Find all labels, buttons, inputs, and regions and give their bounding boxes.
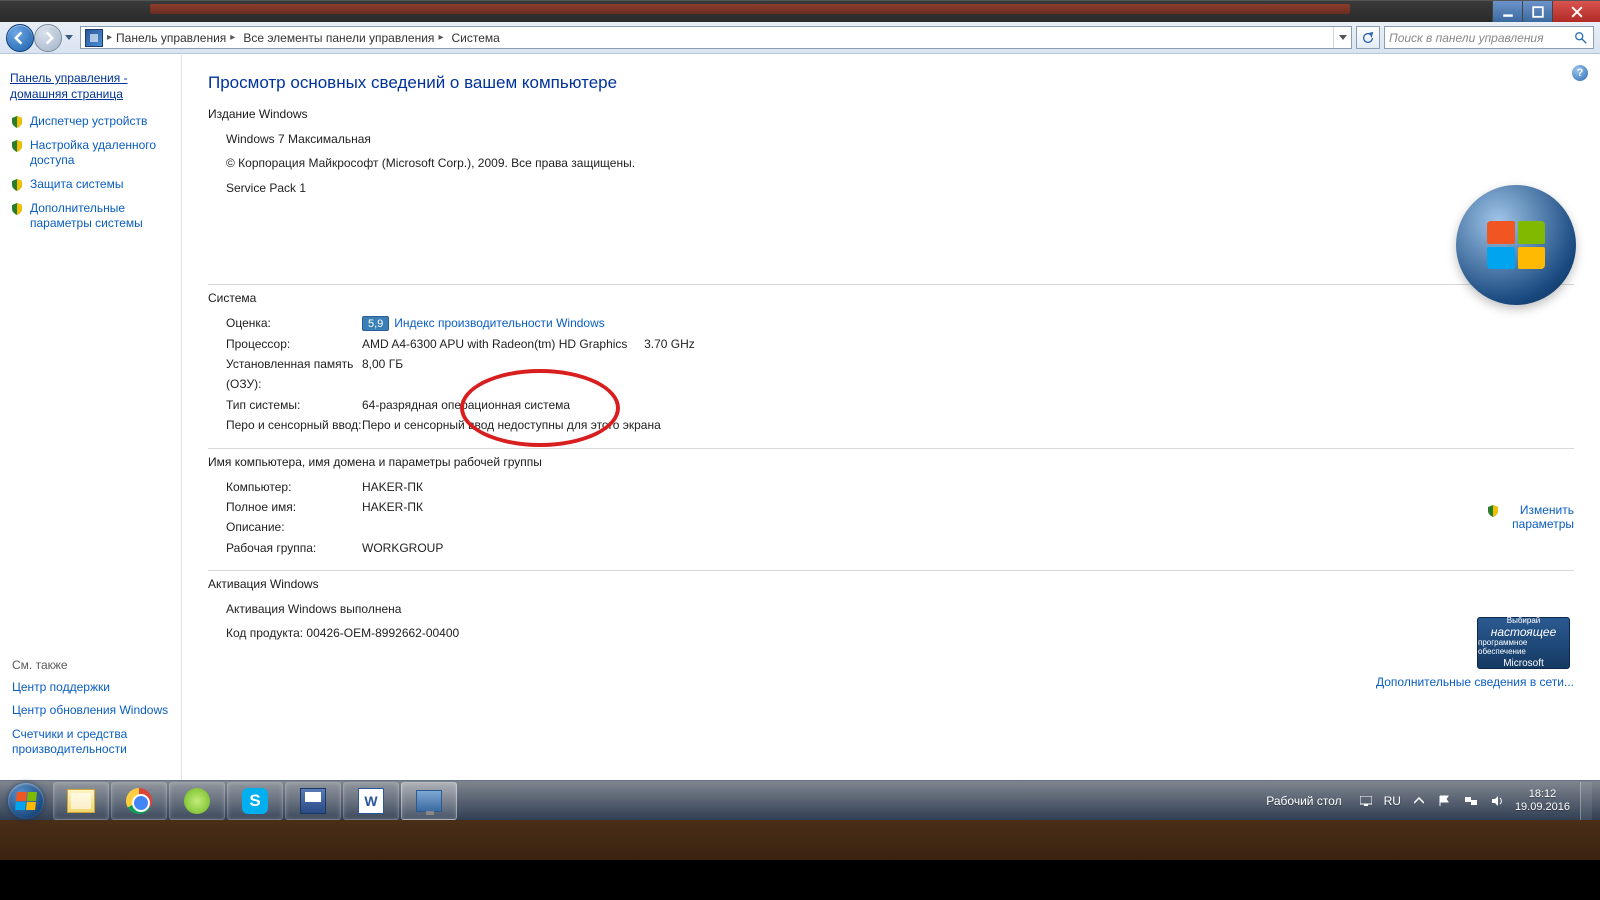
taskbar-icq[interactable] — [169, 782, 225, 820]
system-tray: Рабочий стол RU 18:12 19.09.2016 — [1258, 782, 1600, 820]
activation-status: Активация Windows выполнена — [208, 599, 1574, 619]
breadcrumb-seg-all-items[interactable]: Все элементы панели управления▸ — [239, 27, 447, 48]
minimize-button[interactable] — [1492, 1, 1522, 22]
page-title: Просмотр основных сведений о вашем компь… — [208, 73, 1574, 93]
workgroup-label: Рабочая группа: — [226, 538, 362, 558]
titlebar-redaction — [150, 4, 1350, 14]
network-icon[interactable] — [1463, 793, 1479, 809]
activation-heading: Активация Windows — [208, 577, 1574, 591]
control-panel-home-link[interactable]: Панель управления - домашняя страница — [10, 71, 171, 102]
volume-icon[interactable] — [1489, 793, 1505, 809]
windows-update-link[interactable]: Центр обновления Windows — [12, 703, 171, 719]
see-also-heading: См. также — [12, 658, 171, 672]
search-box[interactable] — [1384, 26, 1594, 49]
advanced-system-settings-link[interactable]: Дополнительные параметры системы — [30, 201, 171, 232]
back-button[interactable] — [6, 24, 34, 52]
rating-label: Оценка: — [226, 313, 362, 333]
desktop-peek-icon[interactable] — [1358, 793, 1374, 809]
product-id-row: Код продукта: 00426-OEM-8992662-00400 — [208, 623, 1574, 643]
taskbar-word[interactable]: W — [343, 782, 399, 820]
explorer-nav-row: ▸ Панель управления▸ Все элементы панели… — [0, 22, 1600, 54]
main-area: Панель управления - домашняя страница Ди… — [0, 54, 1600, 780]
taskbar-skype[interactable]: S — [227, 782, 283, 820]
experience-index-link[interactable]: Индекс производительности Windows — [394, 316, 604, 330]
device-manager-link[interactable]: Диспетчер устройств — [30, 114, 147, 130]
taskbar-system[interactable] — [401, 782, 457, 820]
system-heading: Система — [208, 291, 1574, 305]
ram-value: 8,00 ГБ — [362, 354, 1574, 395]
nav-history-dropdown[interactable] — [62, 27, 76, 49]
sidebar: Панель управления - домашняя страница Ди… — [0, 55, 182, 780]
control-panel-icon — [85, 29, 103, 47]
more-info-online-link[interactable]: Дополнительные сведения в сети... — [1376, 675, 1574, 689]
change-settings-link[interactable]: Изменить параметры — [1486, 503, 1574, 531]
close-button[interactable] — [1552, 1, 1600, 22]
address-history-dropdown[interactable] — [1333, 27, 1351, 48]
description-value — [362, 517, 1574, 537]
language-indicator[interactable]: RU — [1384, 794, 1401, 808]
start-button[interactable] — [0, 781, 52, 821]
flag-icon[interactable] — [1437, 793, 1453, 809]
workgroup-value: WORKGROUP — [362, 538, 1574, 558]
forward-button[interactable] — [34, 24, 62, 52]
taskbar: S W Рабочий стол RU 18:12 19.09.2016 — [0, 780, 1600, 820]
maximize-button[interactable] — [1522, 1, 1552, 22]
product-id-value: 00426-OEM-8992662-00400 — [306, 626, 459, 640]
shield-icon — [10, 139, 24, 153]
pen-touch-label: Перо и сенсорный ввод: — [226, 415, 362, 435]
content-pane: ? Просмотр основных сведений о вашем ком… — [182, 55, 1600, 780]
rating-score-badge[interactable]: 5,9 — [362, 316, 389, 331]
taskbar-explorer[interactable] — [53, 782, 109, 820]
system-type-label: Тип системы: — [226, 395, 362, 415]
description-label: Описание: — [226, 517, 362, 537]
address-bar[interactable]: ▸ Панель управления▸ Все элементы панели… — [80, 26, 1352, 49]
shield-icon — [1486, 504, 1500, 518]
breadcrumb-seg-system[interactable]: Система — [447, 27, 503, 48]
action-center-link[interactable]: Центр поддержки — [12, 680, 171, 696]
shield-icon — [10, 178, 24, 192]
windows-edition-name: Windows 7 Максимальная — [208, 129, 1574, 149]
breadcrumb-seg-control-panel[interactable]: Панель управления▸ — [112, 27, 239, 48]
show-desktop-button[interactable] — [1580, 782, 1592, 820]
taskbar-clock[interactable]: 18:12 19.09.2016 — [1515, 788, 1570, 813]
shield-icon — [10, 115, 24, 129]
processor-label: Процессор: — [226, 334, 362, 354]
refresh-button[interactable] — [1356, 26, 1380, 49]
search-icon — [1573, 31, 1589, 45]
search-input[interactable] — [1389, 31, 1573, 45]
ram-label: Установленная память (ОЗУ): — [226, 354, 362, 395]
taskbar-chrome[interactable] — [111, 782, 167, 820]
windows-logo-icon — [1456, 185, 1576, 305]
show-desktop-label[interactable]: Рабочий стол — [1266, 794, 1341, 808]
help-icon[interactable]: ? — [1572, 65, 1588, 81]
shield-icon — [10, 202, 24, 216]
computer-label: Компьютер: — [226, 477, 362, 497]
perf-tools-link[interactable]: Счетчики и средства производительности — [12, 727, 171, 758]
computer-value: HAKER-ПК — [362, 477, 1574, 497]
system-type-value: 64-разрядная операционная система — [362, 395, 1574, 415]
window-titlebar — [0, 0, 1600, 22]
taskbar-save[interactable] — [285, 782, 341, 820]
computer-name-heading: Имя компьютера, имя домена и параметры р… — [208, 455, 1574, 469]
windows-edition-heading: Издание Windows — [208, 107, 1574, 121]
tray-chevron-up-icon[interactable] — [1411, 793, 1427, 809]
pen-touch-value: Перо и сенсорный ввод недоступны для это… — [362, 415, 1574, 435]
full-name-value: HAKER-ПК — [362, 497, 1574, 517]
processor-value: AMD A4-6300 APU with Radeon(tm) HD Graph… — [362, 334, 1574, 354]
full-name-label: Полное имя: — [226, 497, 362, 517]
copyright-text: © Корпорация Майкрософт (Microsoft Corp.… — [208, 153, 1574, 173]
see-also-section: См. также Центр поддержки Центр обновлен… — [12, 658, 171, 766]
system-protection-link[interactable]: Защита системы — [30, 177, 123, 193]
remote-settings-link[interactable]: Настройка удаленного доступа — [30, 138, 171, 169]
genuine-microsoft-badge[interactable]: Выбирай настоящее программное обеспечени… — [1477, 617, 1570, 669]
service-pack-text: Service Pack 1 — [208, 178, 1574, 198]
